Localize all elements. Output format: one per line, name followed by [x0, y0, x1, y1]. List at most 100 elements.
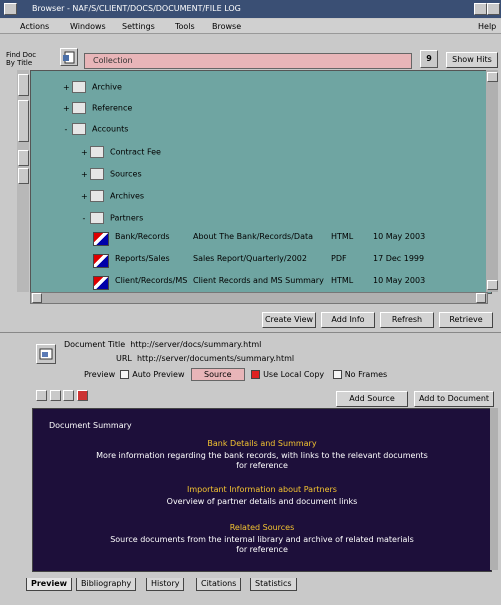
summary-heading: Document Summary [49, 421, 132, 430]
use-local-copy-label: Use Local Copy [263, 370, 325, 379]
add-info-button[interactable]: Add Info [321, 312, 375, 328]
doc-name: Reports/Sales [115, 254, 170, 263]
no-frames-checkbox[interactable] [332, 370, 342, 379]
url-row: URL http://server/documents/summary.html [116, 354, 294, 363]
summary-text: Source documents from the internal libra… [110, 535, 414, 544]
strip-tool-2[interactable] [18, 100, 29, 142]
location-value: Collection [93, 56, 133, 65]
location-input[interactable]: Collection [84, 53, 412, 69]
tab-citations[interactable]: Citations [196, 578, 242, 591]
retrieve-button[interactable]: Retrieve [439, 312, 493, 328]
document-summary-panel: Document Summary Bank Details and Summar… [32, 408, 492, 572]
folder-label: Contract Fee [110, 147, 161, 157]
title-bar: Browser - NAF/S/CLIENT/DOCS/DOCUMENT/FIL… [0, 0, 501, 18]
tree-folder-row[interactable]: + Contract Fee [81, 146, 161, 160]
url-label: URL [116, 354, 132, 363]
folder-open-icon [72, 123, 86, 135]
strip-tool-1[interactable] [18, 74, 29, 96]
left-toolstrip [17, 70, 29, 292]
horizontal-scrollbar[interactable] [30, 292, 488, 304]
scroll-up-icon[interactable] [487, 72, 498, 82]
doc-title-row: Document Title http://server/docs/summar… [64, 340, 261, 349]
folder-label: Partners [110, 213, 144, 223]
stop-icon[interactable] [76, 390, 88, 401]
table-row[interactable]: Bank/Records About The Bank/Records/Data… [93, 232, 483, 246]
show-hits-button[interactable]: Show Hits [446, 52, 498, 68]
tab-statistics[interactable]: Statistics [250, 578, 297, 591]
doc-title-value: http://server/docs/summary.html [130, 340, 262, 349]
html-document-icon [93, 232, 109, 246]
find-doc-label-top: Find Doc [6, 51, 37, 59]
back-icon[interactable] [36, 390, 47, 401]
strip-tool-4[interactable] [18, 168, 29, 184]
folder-label: Sources [110, 169, 142, 179]
table-row[interactable]: Reports/Sales Sales Report/Quarterly/200… [93, 254, 483, 268]
expander-icon[interactable]: - [63, 125, 69, 134]
document-tree: + Archive + Reference - Accounts + Contract … [30, 70, 492, 294]
vertical-scrollbar[interactable] [486, 70, 498, 292]
summary-text: More information regarding the bank reco… [96, 451, 428, 460]
menu-browse[interactable]: Browse [212, 22, 241, 31]
summary-link[interactable]: Related Sources [33, 523, 491, 532]
tree-folder-row[interactable]: + Sources [81, 168, 142, 182]
summary-scrollbar[interactable] [490, 408, 498, 570]
source-toggle[interactable]: Source [191, 368, 245, 381]
expander-icon[interactable]: - [81, 214, 87, 223]
strip-tool-3[interactable] [18, 150, 29, 166]
use-local-copy-checkbox[interactable] [251, 370, 261, 379]
summary-text: Overview of partner details and document… [166, 497, 358, 506]
tab-preview[interactable]: Preview [26, 578, 73, 591]
folder-icon [72, 102, 86, 114]
tab-history[interactable]: History [146, 578, 185, 591]
add-source-button[interactable]: Add Source [336, 391, 408, 407]
summary-link[interactable]: Important Information about Partners [33, 485, 491, 494]
folder-icon [90, 146, 104, 158]
tree-folder-row[interactable]: - Partners [81, 212, 143, 226]
forward-icon[interactable] [49, 390, 61, 401]
minimize-icon[interactable] [474, 3, 487, 15]
expander-icon[interactable]: + [81, 148, 88, 157]
doc-title: Sales Report/Quarterly/2002 [193, 254, 307, 263]
menu-windows[interactable]: Windows [70, 22, 106, 31]
expander-icon[interactable]: + [81, 170, 88, 179]
tree-folder-row[interactable]: + Archives [81, 190, 144, 204]
menu-settings[interactable]: Settings [122, 22, 155, 31]
folder-label: Archives [110, 191, 145, 201]
menu-bar: Actions Windows Settings Tools Browse He… [0, 19, 501, 34]
scroll-right-icon[interactable] [476, 293, 486, 303]
find-doc-label-bottom: By Title [6, 59, 33, 67]
summary-link[interactable]: Bank Details and Summary [33, 439, 491, 448]
tree-folder-row[interactable]: - Accounts [63, 123, 128, 137]
expander-icon[interactable]: + [63, 83, 70, 92]
pdf-document-icon [93, 254, 109, 268]
auto-preview-checkbox[interactable] [120, 370, 130, 379]
picture-icon [39, 348, 53, 360]
doc-title-label: Document Title [64, 340, 126, 349]
add-to-document-button[interactable]: Add to Document [414, 391, 494, 407]
copy-icon[interactable] [63, 390, 75, 401]
menu-actions[interactable]: Actions [20, 22, 49, 31]
window-menu-icon[interactable] [4, 3, 17, 15]
doc-name: Bank/Records [115, 232, 170, 241]
page-count-button[interactable]: 9 [420, 50, 438, 68]
expander-icon[interactable]: + [63, 104, 70, 113]
table-row[interactable]: Client/Records/MS Client Records and MS … [93, 276, 483, 290]
create-view-button[interactable]: Create View [262, 312, 316, 328]
tab-bibliography[interactable]: Bibliography [76, 578, 137, 591]
maximize-icon[interactable] [487, 3, 500, 15]
folder-open-icon [90, 212, 104, 224]
scroll-down-icon[interactable] [487, 280, 498, 290]
doc-name: Client/Records/MS [115, 276, 188, 285]
refresh-button[interactable]: Refresh [380, 312, 434, 328]
tree-folder-row[interactable]: + Reference [63, 102, 132, 116]
tree-folder-row[interactable]: + Archive [63, 81, 122, 95]
auto-preview-label: Auto Preview [132, 370, 185, 379]
scroll-left-icon[interactable] [32, 293, 42, 303]
menu-tools[interactable]: Tools [175, 22, 195, 31]
menu-help[interactable]: Help [478, 22, 496, 31]
doc-date: 10 May 2003 [373, 276, 426, 285]
document-icon-button[interactable] [60, 48, 78, 66]
expander-icon[interactable]: + [81, 192, 88, 201]
folder-label: Accounts [92, 124, 129, 134]
divider [0, 332, 501, 333]
